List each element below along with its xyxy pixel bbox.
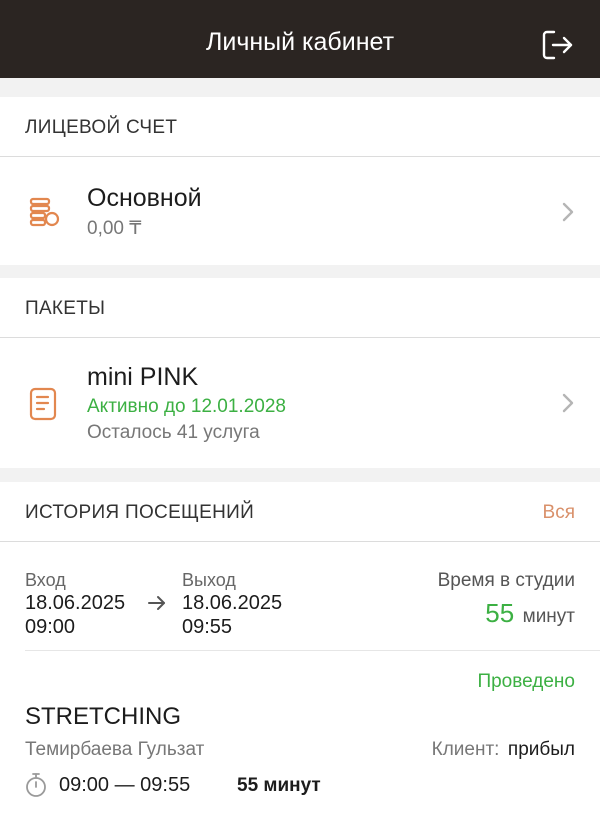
page-title: Личный кабинет <box>205 28 395 56</box>
package-remaining: Осталось 41 услуга <box>87 422 260 443</box>
package-name: mini PINK <box>87 363 199 391</box>
account-section: ЛИЦЕВОЙ СЧЕТ Основной 0,00 ₸ <box>0 97 600 265</box>
client-value: прибыл <box>507 739 575 760</box>
client-status: Клиент: прибыл <box>432 739 575 761</box>
packages-section: ПАКЕТЫ mini PINK Активно до 12.01.2028 О… <box>0 278 600 468</box>
trainer-name: Темирбаева Гульзат <box>25 739 205 760</box>
history-all-link[interactable]: Вся <box>543 502 575 524</box>
package-row[interactable]: mini PINK Активно до 12.01.2028 Осталось… <box>0 339 600 468</box>
history-section-header: ИСТОРИЯ ПОСЕЩЕНИЙ Вся <box>0 482 600 542</box>
chevron-right-icon <box>560 201 576 223</box>
document-icon <box>26 386 62 422</box>
package-status: Активно до 12.01.2028 <box>87 396 286 417</box>
class-card[interactable]: Проведено STRETCHING Темирбаева Гульзат … <box>0 651 600 816</box>
exit-label: Выход <box>182 570 236 590</box>
account-section-title: ЛИЦЕВОЙ СЧЕТ <box>25 117 178 138</box>
entry-date: 18.06.2025 <box>25 592 126 614</box>
chevron-right-icon <box>560 392 576 414</box>
studio-time: 55 минут <box>485 598 575 629</box>
packages-section-title: ПАКЕТЫ <box>25 298 106 319</box>
entry-time: 09:00 <box>25 616 76 638</box>
class-duration: 55 минут <box>237 775 321 796</box>
logout-icon[interactable] <box>540 28 574 62</box>
exit-date: 18.06.2025 <box>182 592 283 614</box>
class-status: Проведено <box>477 671 575 692</box>
stopwatch-icon <box>25 772 47 798</box>
account-row[interactable]: Основной 0,00 ₸ <box>0 158 600 265</box>
account-balance: 0,00 ₸ <box>87 218 142 239</box>
coins-icon <box>26 194 62 230</box>
visit-summary: Вход 18.06.2025 09:00 Выход 18.06.2025 0… <box>0 543 600 651</box>
history-section: ИСТОРИЯ ПОСЕЩЕНИЙ Вся Вход 18.06.2025 09… <box>0 482 600 816</box>
history-section-title: ИСТОРИЯ ПОСЕЩЕНИЙ <box>25 502 255 523</box>
entry-label: Вход <box>25 570 66 590</box>
exit-time: 09:55 <box>182 616 233 638</box>
top-bar: Личный кабинет <box>0 0 600 78</box>
arrow-right-icon <box>147 594 167 612</box>
class-name: STRETCHING <box>25 703 181 730</box>
studio-time-unit: минут <box>522 606 575 627</box>
account-section-header: ЛИЦЕВОЙ СЧЕТ <box>0 97 600 157</box>
client-label: Клиент: <box>431 739 500 760</box>
account-name: Основной <box>87 184 202 212</box>
studio-time-label: Время в студии <box>437 570 575 591</box>
packages-section-header: ПАКЕТЫ <box>0 278 600 338</box>
class-time-range: 09:00 — 09:55 <box>59 774 191 796</box>
studio-time-value: 55 <box>485 598 515 628</box>
